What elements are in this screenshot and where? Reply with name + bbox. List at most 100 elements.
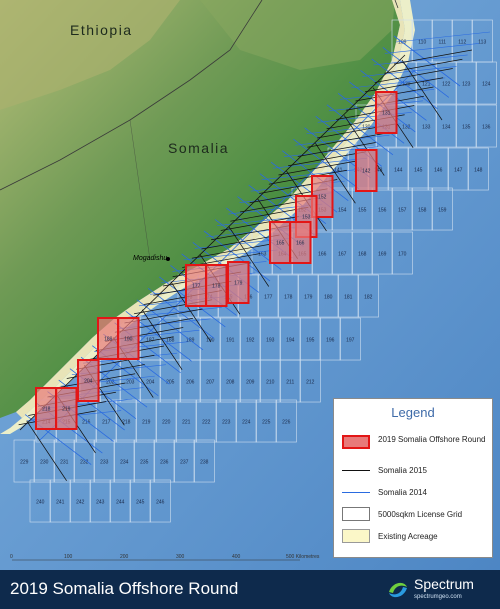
grid-block-number: 122 — [442, 82, 451, 88]
spectrum-logo: Spectrum spectrumgeo.com — [386, 574, 486, 606]
scale-label-300: 300 — [176, 554, 185, 560]
block-number: 190 — [124, 337, 133, 343]
grid-block-number: 238 — [200, 460, 209, 466]
brand-name: Spectrum — [414, 576, 474, 592]
legend-item-license-grid: 5000sqkm License Grid — [342, 505, 492, 523]
scale-label-400: 400 — [232, 554, 241, 560]
block-number: 177 — [192, 284, 201, 290]
city-label-mogadishu: Mogadishu — [133, 255, 168, 262]
grid-block-number: 219 — [142, 420, 151, 426]
block-number: 152 — [318, 195, 327, 201]
grid-block-number: 134 — [442, 125, 451, 131]
legend-item-label: 5000sqkm License Grid — [378, 510, 463, 519]
offshore-round-block: 219 — [55, 387, 78, 430]
legend-item-label: Existing Acreage — [378, 532, 438, 541]
grid-block-number: 210 — [266, 380, 275, 386]
grid-block-number: 144 — [394, 168, 403, 174]
block-number: 219 — [62, 407, 71, 413]
grid-block-number: 232 — [80, 460, 89, 466]
grid-block-number: 230 — [40, 460, 49, 466]
grid-block-number: 209 — [246, 380, 255, 386]
grid-block-number: 211 — [286, 380, 294, 386]
grid-block-number: 182 — [364, 295, 373, 301]
grid-block-number: 135 — [462, 125, 471, 131]
grid-block-number: 234 — [120, 460, 129, 466]
grid-block-number: 166 — [318, 252, 327, 258]
grid-block-number: 181 — [344, 295, 353, 301]
block-number: 153 — [302, 215, 311, 221]
grid-block-number: 223 — [222, 420, 231, 426]
grid-block-number: 235 — [140, 460, 149, 466]
grid-block-number: 193 — [266, 338, 275, 344]
red-block-swatch-icon — [342, 435, 370, 449]
grid-block-number: 242 — [76, 500, 85, 506]
grid-block-number: 236 — [160, 460, 169, 466]
scale-label-500: 500 Kilometres — [286, 554, 320, 560]
grid-block-number: 222 — [202, 420, 211, 426]
legend-panel: Legend 2019 Somalia Offshore Round Somal… — [333, 398, 493, 558]
offshore-round-block: 177 — [185, 264, 208, 307]
grid-block-number: 177 — [264, 295, 273, 301]
block-number: 204 — [84, 379, 93, 385]
grid-block-number: 196 — [326, 338, 335, 344]
block-number: 218 — [42, 407, 51, 413]
grid-block-number: 192 — [246, 338, 255, 344]
offshore-round-block: 178 — [205, 264, 228, 307]
block-number: 189 — [104, 337, 113, 343]
blue-line-swatch-icon — [342, 492, 370, 493]
grid-block-number: 208 — [226, 380, 235, 386]
grid-block-number: 111 — [438, 40, 446, 46]
country-label-ethiopia: Ethiopia — [70, 22, 133, 38]
legend-item-2019-round: 2019 Somalia Offshore Round — [342, 433, 492, 451]
brand-url: spectrumgeo.com — [414, 594, 462, 600]
grid-block-number: 197 — [346, 338, 355, 344]
black-line-swatch-icon — [342, 470, 370, 471]
grid-block-number: 233 — [100, 460, 109, 466]
grid-block-number: 157 — [398, 208, 407, 214]
grid-block-number: 167 — [338, 252, 347, 258]
block-number: 178 — [212, 284, 221, 290]
block-number: 166 — [296, 241, 305, 247]
spectrum-swirl-icon — [389, 582, 407, 598]
grid-block-number: 216 — [82, 420, 91, 426]
grid-block-number: 147 — [454, 168, 463, 174]
grid-block-number: 123 — [462, 82, 471, 88]
offshore-round-block: 189 — [97, 317, 120, 360]
grid-block-number: 206 — [186, 380, 195, 386]
legend-item-existing-acreage: Existing Acreage — [342, 527, 492, 545]
offshore-round-block: 166 — [289, 221, 312, 264]
grid-block-number: 146 — [434, 168, 443, 174]
white-box-swatch-icon — [342, 507, 370, 521]
grid-block-number: 158 — [418, 208, 427, 214]
grid-block-number: 179 — [304, 295, 313, 301]
grid-block-number: 240 — [36, 500, 45, 506]
grid-block-number: 170 — [398, 252, 407, 258]
scale-label-100: 100 — [64, 554, 73, 560]
grid-block-number: 221 — [182, 420, 191, 426]
grid-block-number: 133 — [422, 125, 431, 131]
grid-block-number: 241 — [56, 500, 65, 506]
grid-block-number: 178 — [284, 295, 293, 301]
grid-block-number: 225 — [262, 420, 271, 426]
country-label-somalia: Somalia — [168, 140, 230, 156]
grid-block-number: 156 — [378, 208, 387, 214]
grid-block-number: 191 — [226, 338, 235, 344]
legend-item-somalia-2015: Somalia 2015 — [342, 461, 492, 479]
scale-label-0: 0 — [10, 554, 13, 560]
legend-item-label: Somalia 2015 — [378, 466, 427, 475]
offshore-round-block: 165 — [269, 221, 292, 264]
grid-block-number: 203 — [126, 380, 135, 386]
block-number: 165 — [276, 241, 285, 247]
page-title: 2019 Somalia Offshore Round — [10, 579, 239, 598]
grid-block-number: 195 — [306, 338, 315, 344]
yellow-box-swatch-icon — [342, 529, 370, 543]
grid-block-number: 226 — [282, 420, 291, 426]
grid-block-number: 136 — [482, 125, 491, 131]
block-number: 179 — [234, 281, 243, 287]
grid-block-number: 212 — [306, 380, 315, 386]
offshore-round-block: 142 — [355, 149, 378, 192]
scale-label-200: 200 — [120, 554, 129, 560]
block-number: 142 — [362, 169, 371, 175]
grid-block-number: 237 — [180, 460, 189, 466]
offshore-round-block: 190 — [117, 317, 140, 360]
